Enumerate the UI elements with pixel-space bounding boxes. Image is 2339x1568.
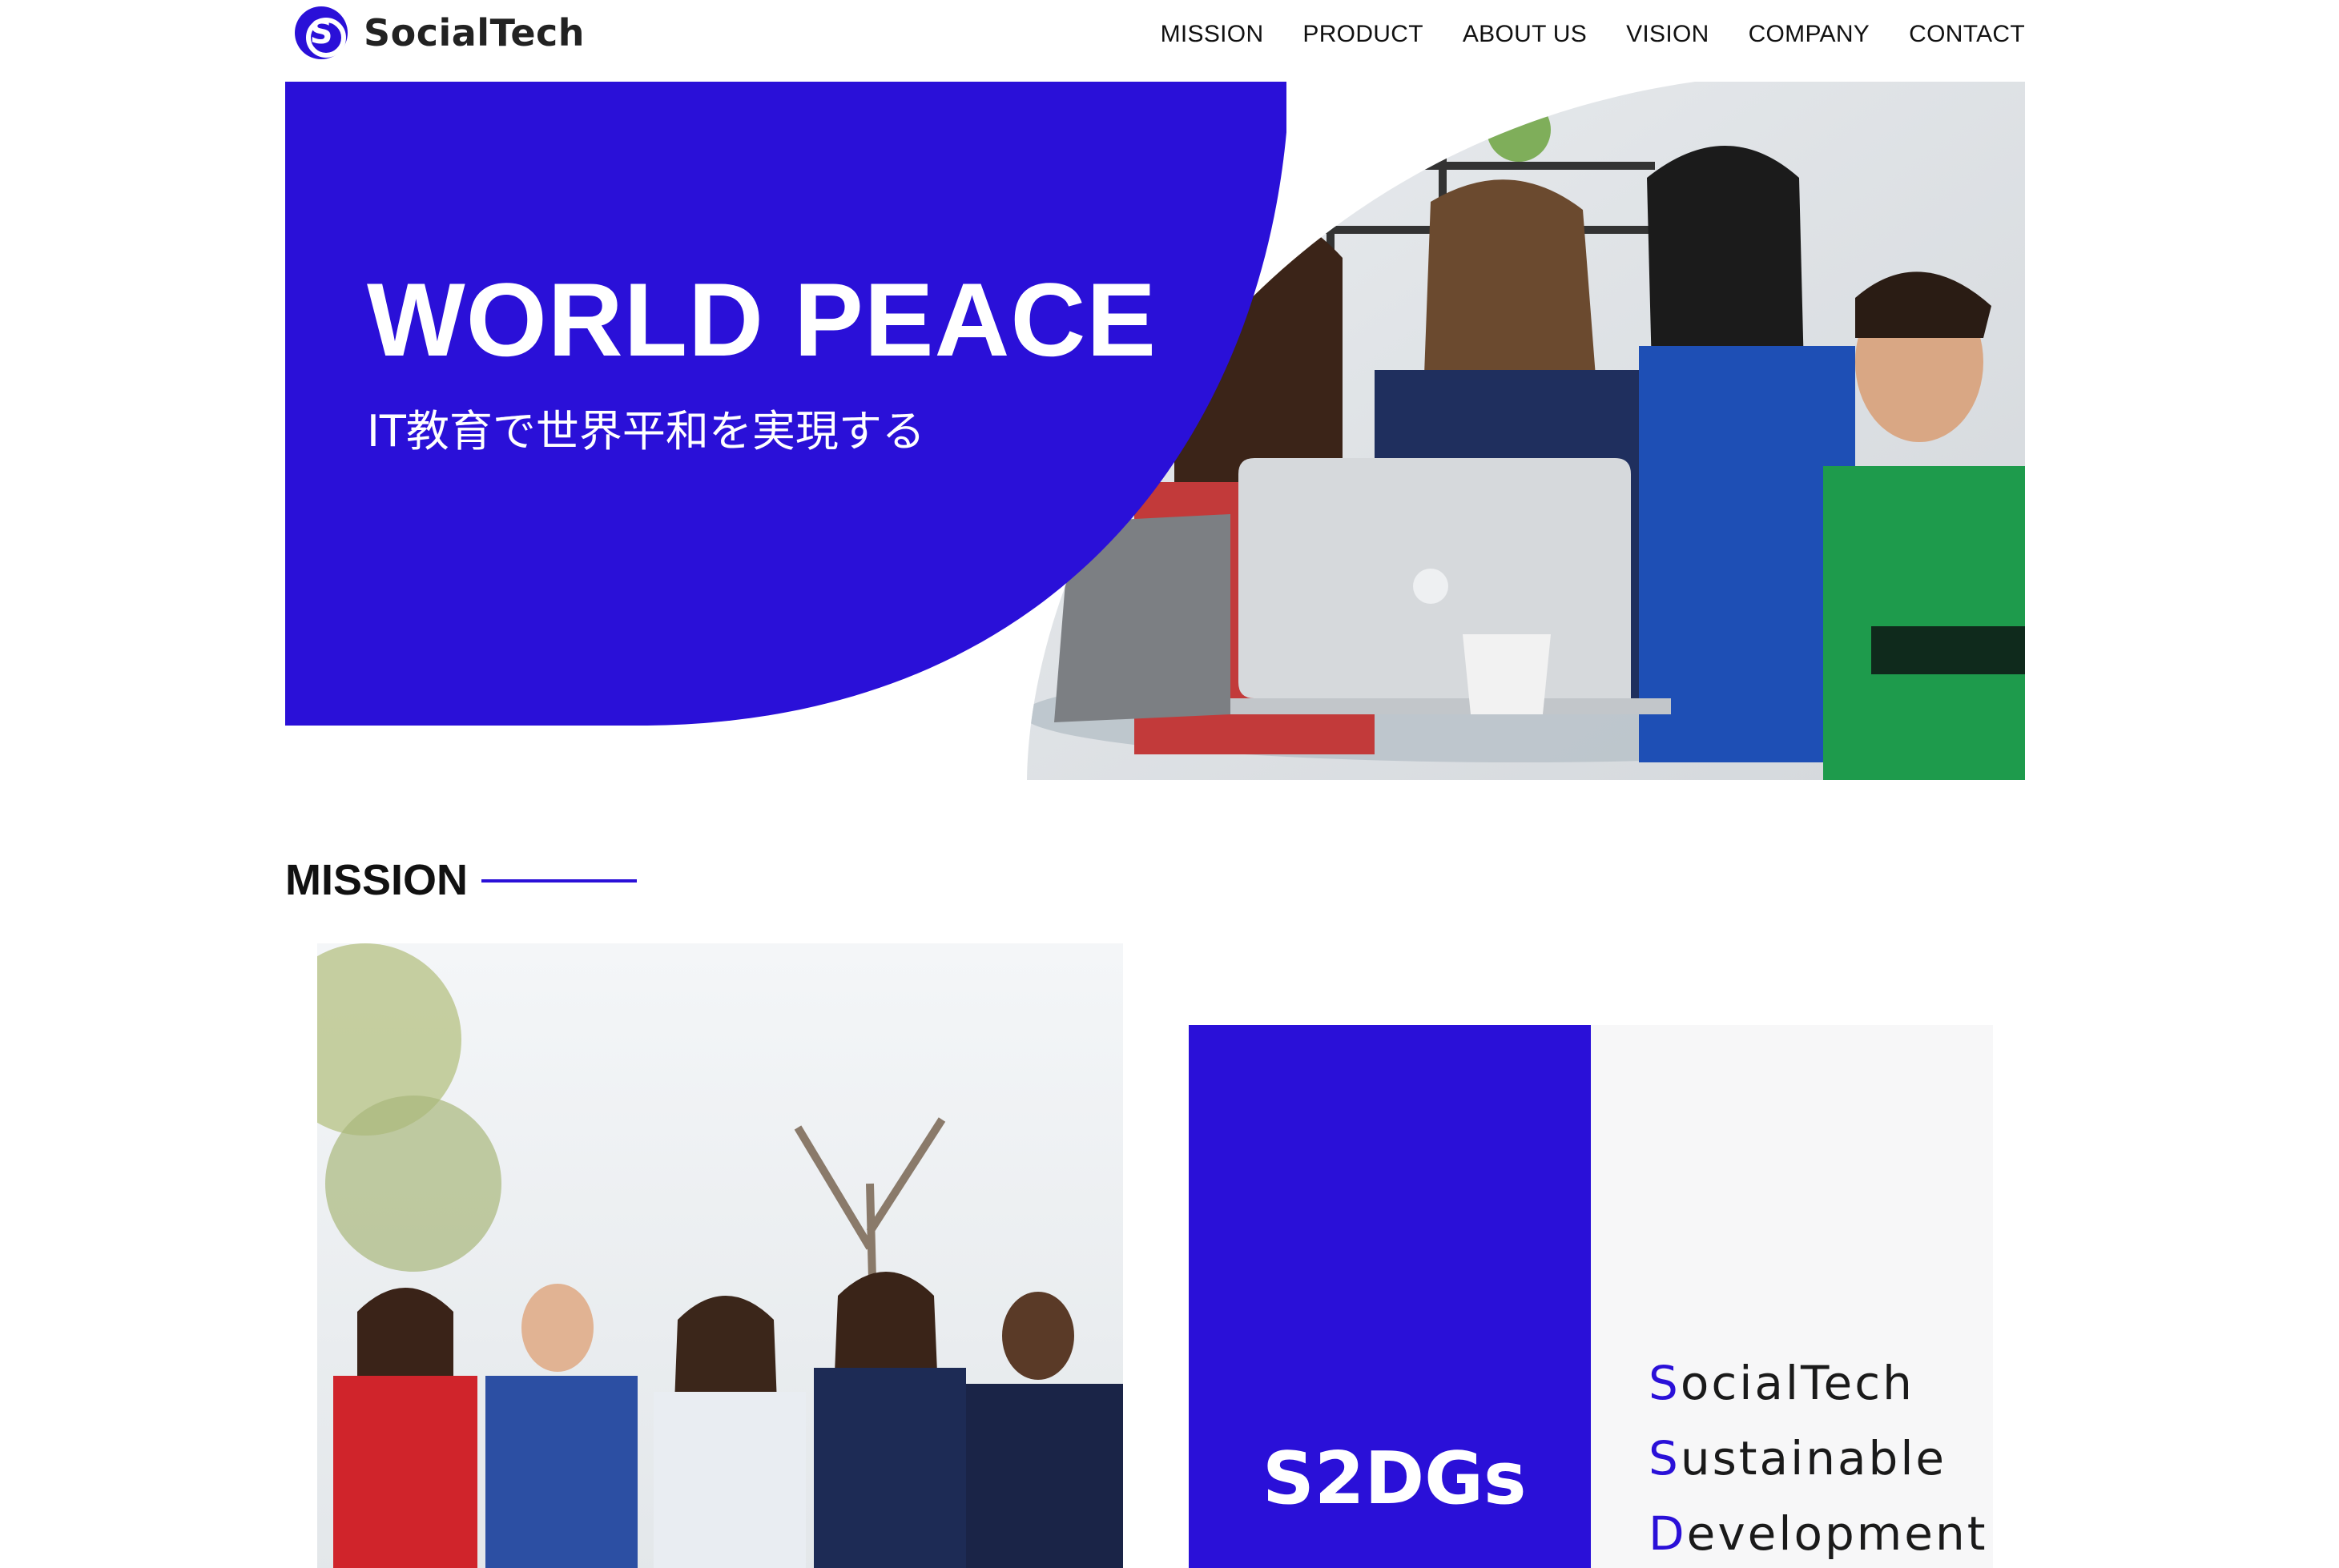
s2dgs-label: S2DGs — [1262, 1437, 1527, 1521]
hero-section: WORLD PEACE IT教育で世界平和を実現する — [285, 82, 2025, 780]
s2dgs-word: Sustainable — [1649, 1421, 1987, 1496]
word-rest: evelopment — [1686, 1506, 1988, 1561]
s2dgs-words: SocialTech Sustainable Development — [1649, 1345, 1987, 1568]
logo-letter: S — [309, 14, 333, 51]
main-nav: MISSION PRODUCT ABOUT US VISION COMPANY … — [1161, 21, 2025, 48]
mission-heading: MISSION — [285, 856, 469, 904]
nav-contact[interactable]: CONTACT — [1909, 21, 2025, 48]
nav-mission[interactable]: MISSION — [1161, 21, 1264, 48]
s2dgs-word: Development — [1649, 1496, 1987, 1568]
brand-logo[interactable]: S SocialTech — [295, 6, 585, 59]
site-header: S SocialTech MISSION PRODUCT ABOUT US VI… — [285, 0, 2025, 80]
hero-title: WORLD PEACE — [367, 261, 1157, 378]
s2dgs-word: SocialTech — [1649, 1345, 1987, 1421]
logo-icon: S — [295, 6, 348, 59]
word-initial: S — [1649, 1356, 1681, 1410]
mission-heading-underline — [481, 879, 637, 883]
nav-vision[interactable]: VISION — [1626, 21, 1709, 48]
word-initial: D — [1649, 1506, 1687, 1561]
s2dgs-definition-card: SocialTech Sustainable Development — [1591, 1025, 1993, 1568]
mission-group-photo — [317, 943, 1123, 1568]
nav-product[interactable]: PRODUCT — [1302, 21, 1423, 48]
nav-about-us[interactable]: ABOUT US — [1463, 21, 1587, 48]
word-initial: S — [1649, 1431, 1681, 1486]
word-rest: ustainable — [1680, 1431, 1947, 1486]
word-rest: ocialTech — [1680, 1356, 1914, 1410]
brand-name: SocialTech — [364, 11, 586, 54]
nav-company[interactable]: COMPANY — [1749, 21, 1870, 48]
s2dgs-card: S2DGs — [1189, 1025, 1591, 1568]
page: S SocialTech MISSION PRODUCT ABOUT US VI… — [0, 0, 2339, 1568]
hero-subtitle: IT教育で世界平和を実現する — [367, 406, 925, 456]
